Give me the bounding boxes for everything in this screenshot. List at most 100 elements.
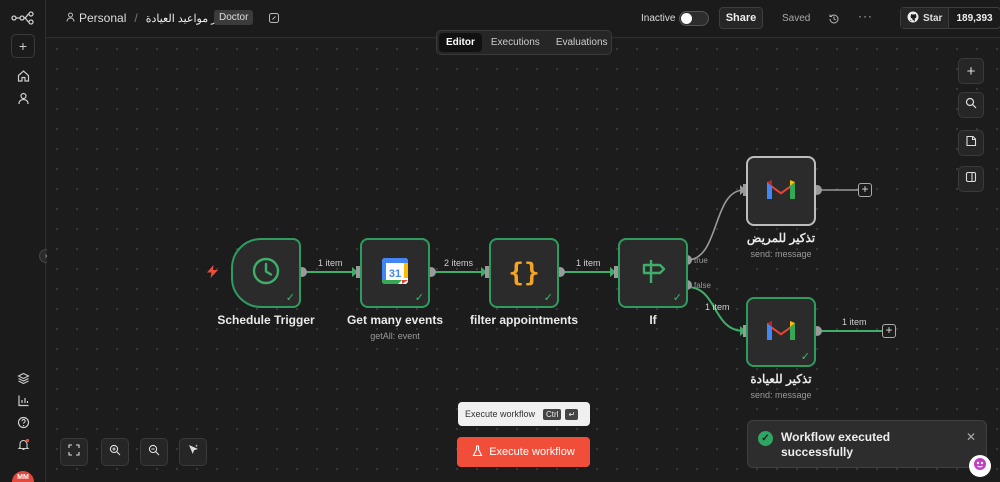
- zoom-out-button[interactable]: [140, 438, 168, 466]
- edge-item-count: 1 item: [842, 317, 867, 327]
- node-if[interactable]: ✓: [618, 238, 688, 308]
- search-icon: [965, 96, 977, 114]
- close-icon[interactable]: ✕: [966, 430, 976, 444]
- node-gmail-patient[interactable]: [746, 156, 816, 226]
- n8n-app: + MM › Personal / تذكير مواعيد العيادة D…: [0, 0, 1000, 482]
- google-calendar-icon: 31: [380, 256, 410, 291]
- workflow-tag[interactable]: Doctor: [214, 10, 254, 25]
- node-get-many-events[interactable]: 31 ✓: [360, 238, 430, 308]
- node-label: filter appointments: [469, 313, 579, 327]
- check-icon: ✓: [672, 292, 682, 304]
- search-button[interactable]: [958, 92, 984, 118]
- activation-toggle[interactable]: [679, 11, 709, 26]
- more-icon[interactable]: ···: [858, 9, 873, 23]
- home-icon[interactable]: [12, 64, 34, 86]
- github-star: Star: [901, 8, 950, 28]
- bolt-icon: [207, 265, 218, 283]
- flask-icon: [472, 444, 483, 460]
- templates-icon[interactable]: [12, 367, 34, 389]
- execute-workflow-button[interactable]: Execute workflow: [457, 437, 590, 467]
- check-icon: ✓: [800, 351, 810, 363]
- branch-true-label: true: [694, 256, 708, 265]
- github-star-button[interactable]: Star 189,393: [900, 7, 1000, 29]
- gmail-icon: [765, 177, 797, 206]
- node-gmail-clinic[interactable]: ✓: [746, 297, 816, 367]
- execute-tooltip-text: Execute workflow: [465, 409, 536, 419]
- edge-item-count: 1 item: [576, 258, 601, 268]
- gmail-icon: [765, 318, 797, 347]
- node-subtitle: getAll: event: [370, 331, 420, 341]
- success-toast: ✓ Workflow executed successfully ✕: [747, 420, 987, 468]
- check-icon: ✓: [543, 292, 553, 304]
- plus-icon: +: [885, 323, 893, 337]
- fit-view-icon: [68, 443, 80, 461]
- node-label: Schedule Trigger: [217, 313, 315, 327]
- panel-icon: [965, 170, 977, 188]
- share-button[interactable]: Share: [719, 7, 763, 29]
- add-node-button[interactable]: +: [882, 324, 896, 338]
- node-filter-appointments[interactable]: {} ✓: [489, 238, 559, 308]
- edit-tags-icon[interactable]: [268, 11, 280, 29]
- avatar[interactable]: MM: [12, 471, 34, 482]
- shortcut-key-ctrl: Ctrl: [543, 408, 562, 420]
- edge-item-count: 1 item: [705, 302, 730, 312]
- plus-icon: +: [18, 38, 28, 54]
- breadcrumb: Personal / تذكير مواعيد العيادة: [66, 11, 235, 25]
- github-star-count: 189,393: [956, 12, 993, 24]
- help-icon[interactable]: [12, 411, 34, 433]
- breadcrumb-separator: /: [134, 11, 138, 25]
- history-icon[interactable]: [828, 12, 840, 30]
- github-icon: [907, 11, 919, 26]
- check-circle-icon: ✓: [758, 431, 773, 446]
- edge-item-count: 1 item: [318, 258, 343, 268]
- plus-icon: +: [861, 182, 869, 196]
- execute-tooltip: Execute workflow Ctrl ↵: [458, 402, 590, 426]
- branch-false-label: false: [694, 281, 711, 290]
- breadcrumb-project[interactable]: Personal: [79, 11, 126, 25]
- node-label: تذكير للمريض: [746, 231, 816, 245]
- view-tabs: Editor Executions Evaluations: [436, 30, 612, 55]
- fit-view-button[interactable]: [60, 438, 88, 466]
- insights-icon[interactable]: [12, 389, 34, 411]
- execute-workflow-label: Execute workflow: [489, 446, 575, 458]
- code-braces-icon: {}: [508, 258, 540, 288]
- zoom-in-button[interactable]: [101, 438, 129, 466]
- add-node-button[interactable]: +: [858, 183, 872, 197]
- node-subtitle: send: message: [750, 390, 812, 400]
- status-label: Inactive: [641, 13, 676, 24]
- sticky-note-button[interactable]: [958, 130, 984, 156]
- saved-status: Saved: [782, 13, 811, 24]
- user-icon[interactable]: [12, 87, 34, 109]
- node-subtitle: send: message: [750, 249, 812, 259]
- tidy-up-button[interactable]: [179, 438, 207, 466]
- assistant-bubble[interactable]: [969, 455, 991, 477]
- signpost-icon: [638, 256, 668, 291]
- toast-message: Workflow executed successfully: [781, 430, 891, 459]
- toggle-panel-button[interactable]: [958, 166, 984, 192]
- tab-executions[interactable]: Executions: [484, 33, 547, 52]
- sticky-note-icon: [965, 134, 977, 152]
- svg-text:31: 31: [389, 268, 401, 280]
- bell-icon[interactable]: [12, 433, 34, 455]
- zoom-in-icon: [109, 443, 121, 461]
- n8n-logo-icon[interactable]: [11, 7, 35, 29]
- add-node-panel-button[interactable]: +: [958, 58, 984, 84]
- user-icon: [66, 11, 75, 25]
- tab-editor[interactable]: Editor: [439, 33, 482, 52]
- tab-evaluations[interactable]: Evaluations: [549, 33, 615, 52]
- clock-icon: [251, 256, 281, 291]
- left-sidebar: + MM: [0, 0, 46, 482]
- github-star-label: Star: [923, 12, 943, 24]
- tidy-up-icon: [187, 443, 200, 461]
- node-schedule-trigger[interactable]: ✓: [231, 238, 301, 308]
- check-icon: ✓: [285, 292, 295, 304]
- zoom-out-icon: [148, 443, 160, 461]
- create-button[interactable]: +: [11, 34, 35, 58]
- shortcut-key-enter: ↵: [565, 408, 579, 420]
- plus-icon: +: [966, 62, 976, 80]
- node-label: تذكير للعيادة: [750, 372, 812, 386]
- node-label: If: [649, 313, 657, 327]
- node-label: Get many events: [346, 313, 444, 327]
- toggle-knob: [681, 13, 692, 24]
- check-icon: ✓: [414, 292, 424, 304]
